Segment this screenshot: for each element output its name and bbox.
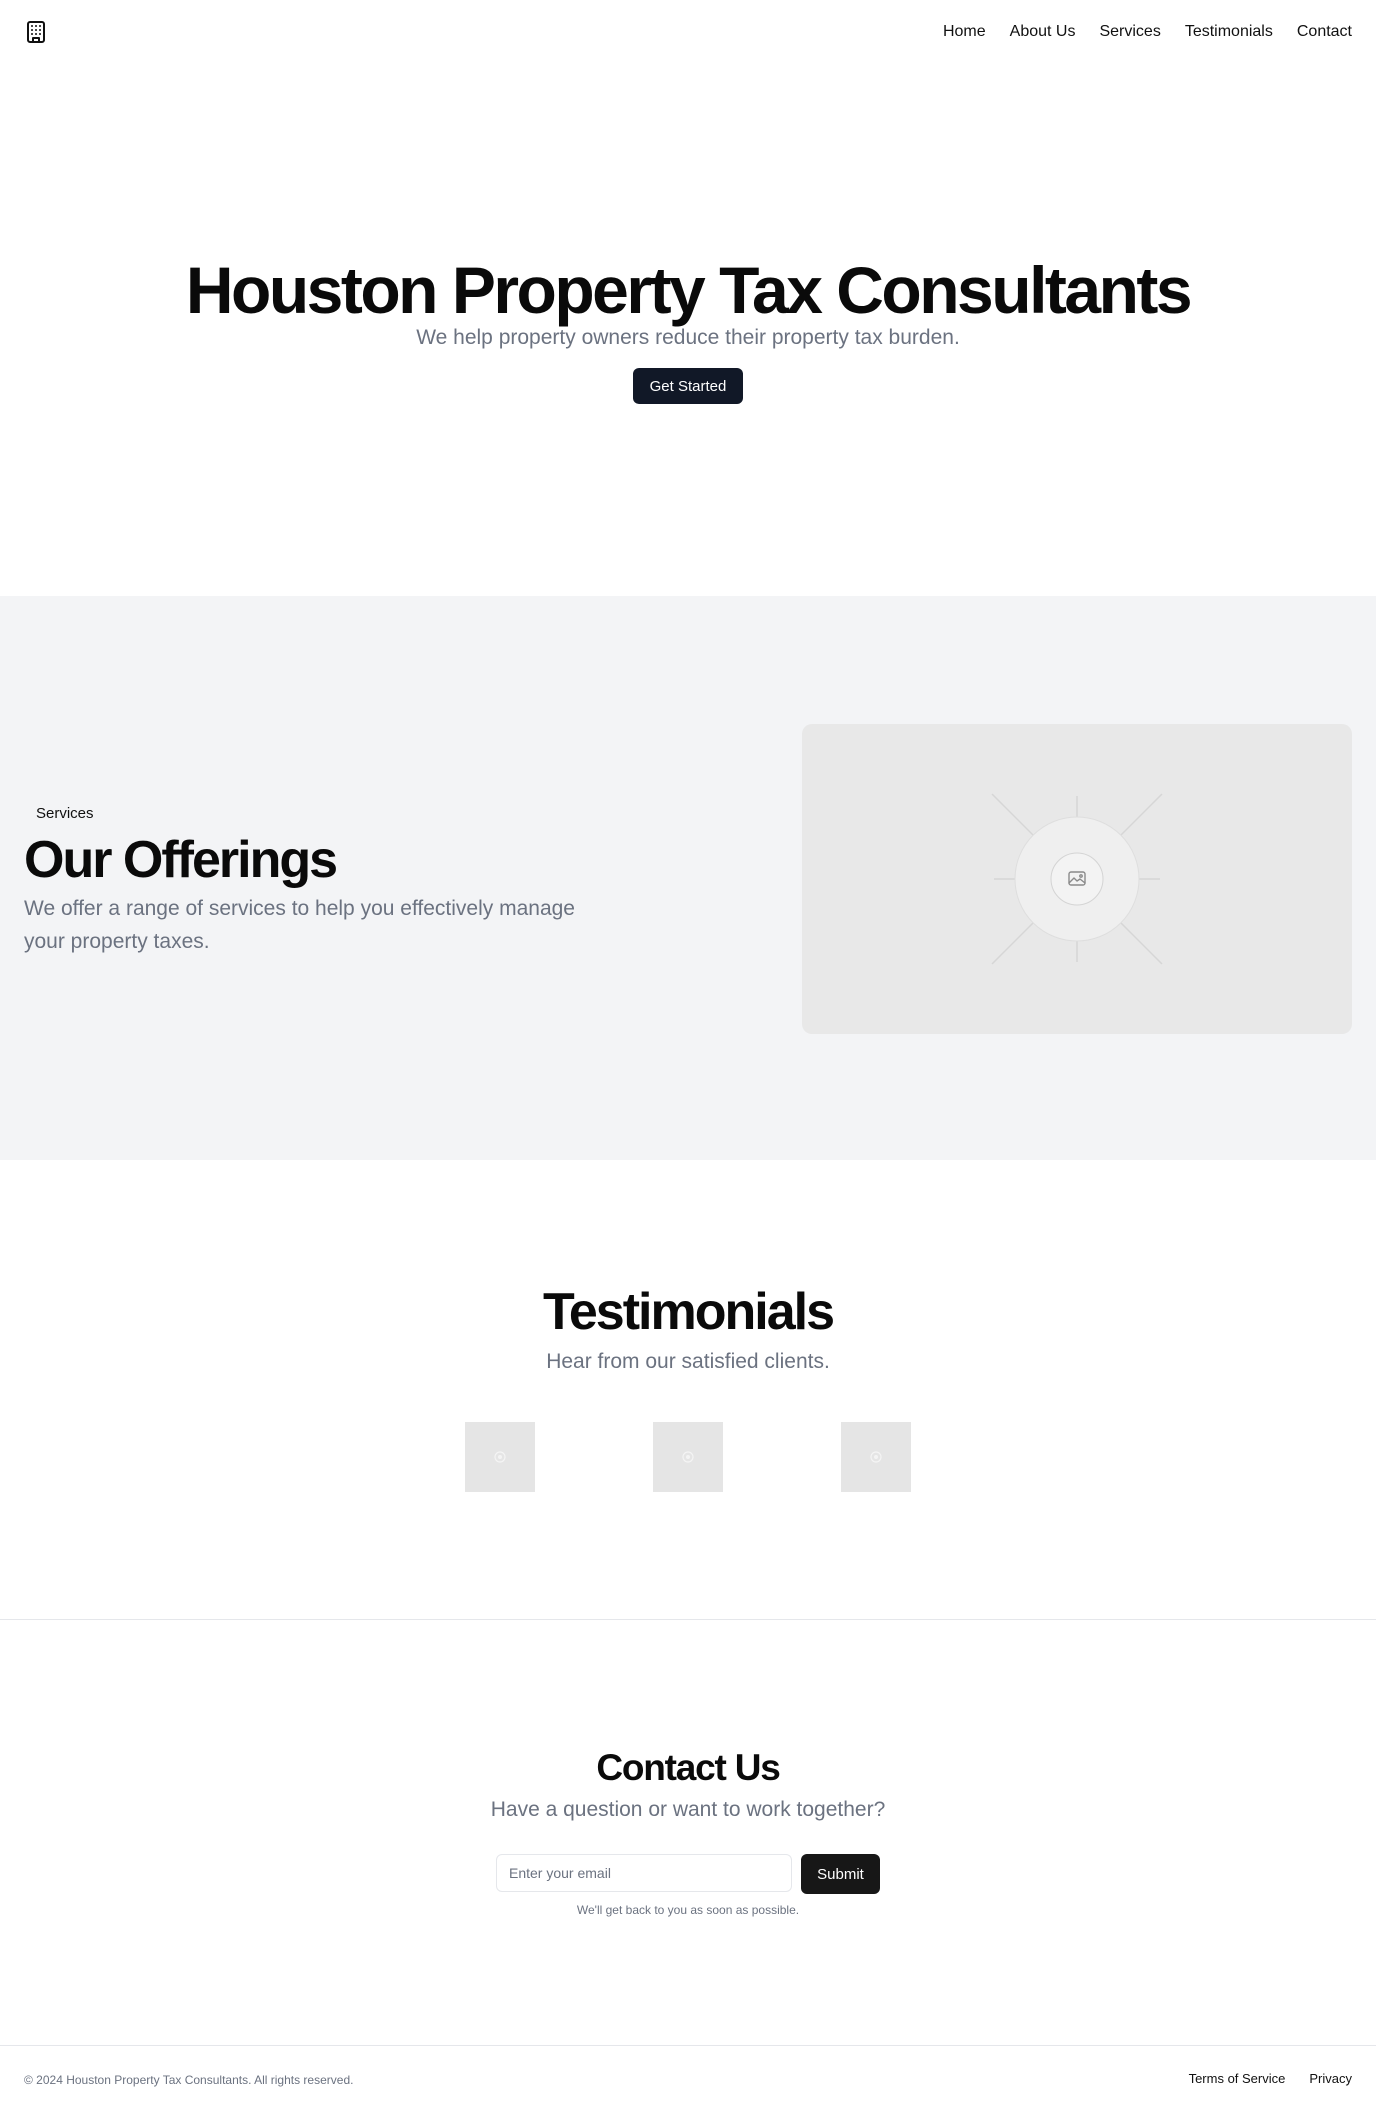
avatar-placeholder-icon	[682, 1451, 694, 1463]
testimonial-avatar-3	[841, 1422, 911, 1492]
nav-testimonials-link[interactable]: Testimonials	[1185, 20, 1273, 44]
services-badge: Services	[36, 805, 94, 822]
email-input[interactable]	[496, 1854, 792, 1892]
testimonial-avatar-1	[465, 1422, 535, 1492]
testimonials-title: Testimonials	[542, 1283, 835, 1341]
nav-about-link[interactable]: About Us	[1010, 20, 1076, 44]
footer-links: Terms of Service Privacy	[1189, 2070, 1352, 2088]
avatar-placeholder-icon	[494, 1451, 506, 1463]
main-nav: Home About Us Services Testimonials Cont…	[943, 20, 1352, 44]
building-icon[interactable]	[24, 20, 48, 44]
services-title: Our Offerings	[24, 831, 338, 889]
submit-button[interactable]: Submit	[801, 1854, 880, 1894]
get-started-button[interactable]: Get Started	[633, 368, 743, 404]
hero-title: Houston Property Tax Consultants	[185, 253, 1193, 327]
nav-services-link[interactable]: Services	[1099, 20, 1160, 44]
contact-subtitle: Have a question or want to work together…	[490, 1798, 886, 1821]
contact-section: Contact Us Have a question or want to wo…	[0, 1619, 1376, 2046]
avatar-placeholder-icon	[870, 1451, 882, 1463]
services-section: Services Our Offerings We offer a range …	[0, 596, 1376, 1160]
site-header: Home About Us Services Testimonials Cont…	[0, 0, 1376, 64]
contact-note: We'll get back to you as soon as possibl…	[576, 1903, 800, 1917]
hero-section: Houston Property Tax Consultants We help…	[0, 64, 1376, 596]
testimonials-section: Testimonials Hear from our satisfied cli…	[0, 1160, 1376, 1618]
privacy-link[interactable]: Privacy	[1309, 2070, 1352, 2088]
site-footer: © 2024 Houston Property Tax Consultants.…	[0, 2045, 1376, 2112]
nav-contact-link[interactable]: Contact	[1297, 20, 1352, 44]
hero-subtitle: We help property owners reduce their pro…	[416, 326, 960, 349]
testimonial-avatar-2	[653, 1422, 723, 1492]
copyright-text: © 2024 Houston Property Tax Consultants.…	[24, 2073, 354, 2087]
testimonials-subtitle: Hear from our satisfied clients.	[546, 1350, 830, 1373]
nav-home-link[interactable]: Home	[943, 20, 986, 44]
services-description: We offer a range of services to help you…	[24, 897, 575, 953]
contact-title: Contact Us	[596, 1747, 781, 1788]
terms-of-service-link[interactable]: Terms of Service	[1189, 2070, 1286, 2088]
services-image-placeholder	[802, 724, 1352, 1034]
image-placeholder-icon	[991, 793, 1163, 965]
